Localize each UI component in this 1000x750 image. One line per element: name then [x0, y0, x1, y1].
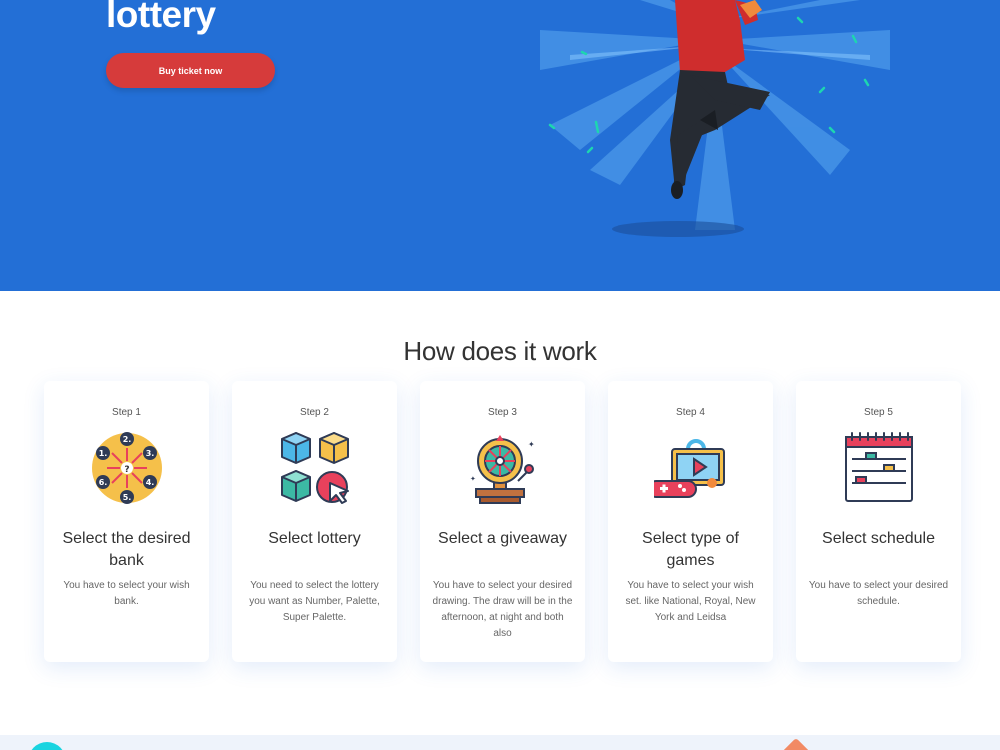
svg-text:1.: 1. [99, 449, 108, 458]
buy-ticket-button[interactable]: Buy ticket now [106, 53, 275, 88]
step-card-5: Step 5 Select schedule You have to selec… [796, 381, 961, 662]
step-description: You have to select your wish bank. [63, 580, 190, 607]
svg-text:2.: 2. [123, 435, 132, 444]
svg-text:5.: 5. [123, 493, 132, 502]
gamepad-screen-icon [654, 439, 725, 498]
step-title: Select lottery [268, 530, 361, 547]
svg-text:4.: 4. [146, 478, 155, 487]
svg-text:✦: ✦ [528, 440, 535, 449]
steps-list: Step 1 ? 2. 3. 4. 5. 6. 1. Select the desire… [44, 381, 964, 663]
section-title: How does it work [403, 336, 597, 366]
calendar-schedule-icon [845, 432, 913, 502]
wheel-numbers-icon: ? 2. 3. 4. 5. 6. 1. [92, 432, 162, 504]
step-title: Select schedule [822, 530, 935, 547]
svg-text:6.: 6. [99, 478, 108, 487]
fortune-wheel-icon: ✦ ✦ [470, 435, 535, 504]
cubes-cursor-icon [281, 432, 349, 504]
svg-text:✦: ✦ [470, 475, 476, 483]
step-card-1: Step 1 ? 2. 3. 4. 5. 6. 1. Select the desire… [44, 381, 209, 662]
step-card-3: Step 3 ✦ ✦ Select a giveaway You have to… [420, 381, 585, 662]
step-description: You have to select your desired schedule… [808, 580, 949, 607]
svg-text:3.: 3. [146, 449, 155, 458]
next-section [0, 735, 1000, 750]
step-title: Select the desired bank [62, 530, 191, 569]
celebrating-person-illustration [540, 0, 890, 237]
step-label: Step 5 [864, 407, 893, 418]
step-label: Step 2 [300, 407, 329, 418]
hero-title: lottery [106, 0, 216, 35]
step-title: Select a giveaway [438, 530, 567, 547]
step-title: Select type of games [642, 530, 739, 569]
step-label: Step 4 [676, 407, 705, 418]
step-description: You have to select your wish set. like N… [625, 580, 756, 623]
step-label: Step 3 [488, 407, 517, 418]
step-description: You need to select the lottery you want … [249, 580, 380, 623]
step-label: Step 1 [112, 407, 141, 418]
step-card-4: Step 4 Select type of games You have to … [608, 381, 773, 662]
step-description: You have to select your desired drawing.… [432, 580, 573, 639]
svg-text:?: ? [124, 465, 129, 475]
step-card-2: Step 2 Select lottery You need to select… [232, 381, 397, 662]
hero-banner: lottery Buy ticket now [0, 0, 1000, 291]
